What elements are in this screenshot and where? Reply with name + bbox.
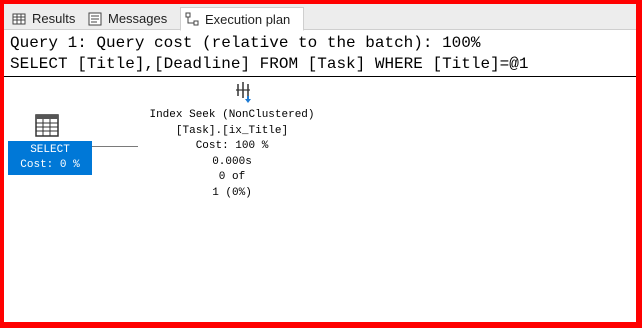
query-sql-text: SELECT [Title],[Deadline] FROM [Task] WH… (10, 55, 529, 73)
tab-results-label: Results (32, 11, 76, 26)
grid-icon (12, 12, 26, 26)
index-seek-icon[interactable] (234, 80, 256, 104)
results-pane: Results Messages Execution plan Query 1:… (4, 4, 636, 322)
index-seek-node[interactable]: Index Seek (NonClustered) [Task].[ix_Tit… (132, 108, 332, 202)
messages-icon (88, 12, 102, 26)
tab-messages[interactable]: Messages (84, 7, 178, 30)
seek-time: 0.000s (212, 155, 252, 168)
seek-object-name: [Task].[ix_Title] (175, 124, 289, 137)
seek-operator-name: Index Seek (NonClustered) (149, 109, 315, 121)
tab-results[interactable]: Results (8, 7, 78, 30)
execution-plan-icon (185, 12, 199, 26)
results-tab-bar: Results Messages Execution plan (4, 4, 636, 31)
select-operator-node[interactable]: SELECT Cost: 0 % (8, 141, 92, 175)
tab-execution-plan[interactable]: Execution plan (180, 7, 304, 31)
select-node-cost: Cost: 0 % (20, 159, 80, 171)
select-result-icon[interactable] (34, 114, 60, 138)
tab-messages-label: Messages (108, 11, 168, 26)
tab-execution-plan-label: Execution plan (205, 11, 291, 27)
select-node-label: SELECT (30, 144, 70, 156)
red-frame: Results Messages Execution plan Query 1:… (0, 0, 642, 328)
query-header: Query 1: Query cost (relative to the bat… (4, 31, 636, 77)
seek-estimate: 1 (0%) (212, 186, 252, 199)
seek-cost: Cost: 100 % (195, 140, 269, 153)
query-cost-text: Query 1: Query cost (relative to the bat… (10, 34, 481, 52)
seek-rows: 0 of (218, 171, 246, 184)
